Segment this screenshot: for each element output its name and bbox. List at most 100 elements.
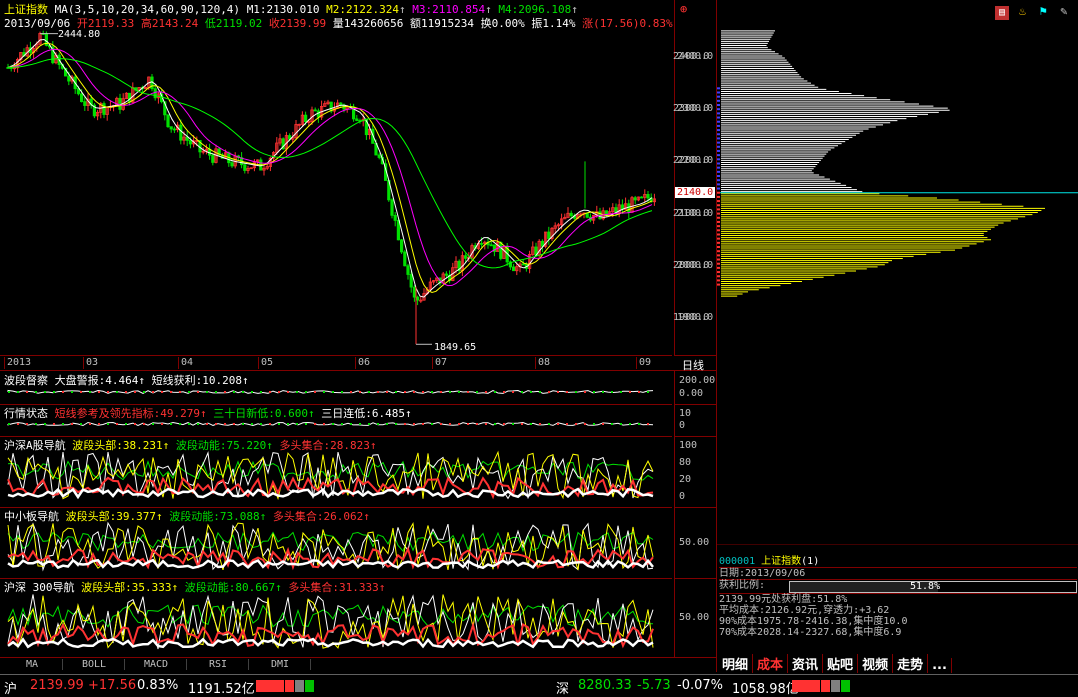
candle-body — [406, 265, 410, 275]
status-bar: 沪 2139.99 +17.56 0.83% 1191.52亿 深 8280.3… — [0, 674, 1078, 697]
indicator-value: 波段动能:75.220↑ — [169, 439, 273, 452]
chip-side-mark — [717, 258, 720, 261]
chip-side-mark — [717, 154, 720, 157]
indicator-dot — [611, 423, 613, 425]
chip-side-mark — [717, 183, 720, 186]
candle-body — [633, 197, 637, 201]
indicator-dot — [359, 391, 361, 393]
indicator-dot — [71, 423, 73, 425]
chip-side-mark — [717, 87, 720, 90]
candle-body — [479, 242, 484, 245]
main-chart-panel[interactable]: 上证指数 MA(3,5,10,20,34,60,90,120,4) M1:213… — [0, 0, 673, 356]
chip-side-mark — [717, 137, 720, 140]
peak-label: 2444.80 — [58, 29, 101, 40]
indicator-value: 三十日新低:0.600↑ — [206, 407, 315, 420]
right-tab[interactable]: 走势 — [893, 654, 929, 673]
indicator-dot — [458, 391, 460, 393]
indicator-value: 波段头部:35.333↑ — [74, 581, 179, 594]
chip-side-mark — [717, 275, 720, 278]
sh-price[interactable]: 2139.99 — [30, 678, 84, 693]
candlestick-chart[interactable] — [0, 0, 672, 355]
month-tick: 08 — [535, 357, 550, 369]
candle-body — [463, 255, 468, 259]
indicator-dot — [206, 423, 208, 425]
indicator-value: 波段头部:39.377↑ — [59, 510, 163, 523]
indicator-dot — [575, 391, 577, 393]
indicator-dot — [224, 391, 226, 393]
indicator-tick: 200.00 — [679, 375, 716, 386]
indicator-panel[interactable]: 行情状态 短线参考及领先指标:49.279↑ 三十日新低:0.600↑ 三日连低… — [0, 404, 672, 437]
indicator-panel[interactable]: 沪深A股导航 波段头部:38.231↑ 波段动能:75.220↑ 多头集合:28… — [0, 436, 672, 508]
indicator-tab-dmi[interactable]: DMI — [250, 659, 311, 670]
candle-body — [166, 114, 170, 128]
chip-side-mark — [717, 108, 720, 111]
indicator-dot — [44, 391, 46, 393]
candle-body — [339, 102, 343, 106]
chip-fire-icon[interactable]: ♨ — [1016, 4, 1030, 18]
indicator-label: 沪深A股导航 — [4, 439, 66, 452]
chip-70-cost-line: 70%成本2028.14-2327.68,集中度6.9 — [719, 627, 902, 638]
indicator-dot — [161, 423, 163, 425]
right-tab[interactable]: 贴吧 — [823, 654, 859, 673]
candle-body — [409, 274, 413, 288]
sz-amount: 1058.98亿 — [732, 682, 799, 697]
sh-label: 沪 — [4, 682, 18, 697]
indicator-dot — [8, 423, 10, 425]
indicator-dot — [188, 423, 190, 425]
right-tab[interactable]: 明细 — [718, 654, 754, 673]
indicator-dot — [215, 391, 217, 393]
indicator-dot — [620, 423, 622, 425]
indicator-label: 行情状态 — [4, 407, 48, 420]
indicator-dot — [377, 391, 379, 393]
indicator-dot — [233, 423, 235, 425]
chip-mode-icon[interactable]: ▤ — [995, 6, 1009, 20]
indicator-dot — [620, 391, 622, 393]
indicator-panel[interactable]: 中小板导航 波段头部:39.377↑ 波段动能:73.088↑ 多头集合:26.… — [0, 507, 672, 579]
sz-price[interactable]: 8280.33 — [578, 678, 632, 693]
candle-body — [67, 75, 71, 82]
indicator-tab-boll[interactable]: BOLL — [64, 659, 125, 670]
chip-side-mark — [717, 133, 720, 136]
chip-tick: 2300.0 — [673, 103, 710, 115]
indicator-panel[interactable]: 沪深 300导航 波段头部:35.333↑ 波段动能:80.667↑ 多头集合:… — [0, 578, 672, 658]
right-tab[interactable]: 资讯 — [788, 654, 824, 673]
indicator-dot — [107, 423, 109, 425]
right-tab[interactable]: ... — [928, 658, 952, 673]
indicator-dot — [467, 423, 469, 425]
indicator-tab-ma[interactable]: MA — [2, 659, 63, 670]
chip-profit-line: 2139.99元处获利盘:51.8% — [719, 593, 1077, 605]
indicator-dot — [332, 391, 334, 393]
scroll-up-icon[interactable]: ⊕ — [680, 2, 694, 16]
indicator-value: 三日连低:6.485↑ — [314, 407, 412, 420]
header-close: 收2139.99 — [268, 17, 327, 30]
indicator-dot — [368, 423, 370, 425]
candle-body — [640, 196, 644, 199]
indicator-tab-rsi[interactable]: RSI — [188, 659, 249, 670]
indicator-panel[interactable]: 波段督察 大盘警报:4.464↑ 短线获利:10.208↑ — [0, 371, 672, 405]
indicator-dot — [143, 423, 145, 425]
chip-side-mark — [717, 233, 720, 236]
indicator-dot — [323, 391, 325, 393]
indicator-tick: 0 — [679, 420, 686, 431]
chip-side-mark — [717, 175, 720, 178]
right-tab[interactable]: 成本 — [753, 654, 789, 673]
current-price-tag: 2140.0 — [675, 187, 716, 198]
indicator-dot — [323, 423, 325, 425]
indicator-dot — [80, 391, 82, 393]
indicator-tab-macd[interactable]: MACD — [126, 659, 187, 670]
indicator-dot — [107, 391, 109, 393]
chip-flag-icon[interactable]: ⚑ — [1036, 4, 1050, 18]
indicator-dot — [116, 423, 118, 425]
indicator-dot — [26, 391, 28, 393]
chip-tool-icon[interactable]: ✎ — [1057, 4, 1071, 18]
indicator-dot — [458, 423, 460, 425]
right-tab[interactable]: 视频 — [858, 654, 894, 673]
indicator-dot — [278, 391, 280, 393]
chip-side-mark — [717, 170, 720, 173]
chip-side-mark — [717, 250, 720, 253]
chip-side-mark — [717, 187, 720, 190]
indicator-dot — [494, 423, 496, 425]
chip-side-mark — [717, 212, 720, 215]
candle-body — [393, 214, 397, 221]
chip-side-mark — [717, 145, 720, 148]
